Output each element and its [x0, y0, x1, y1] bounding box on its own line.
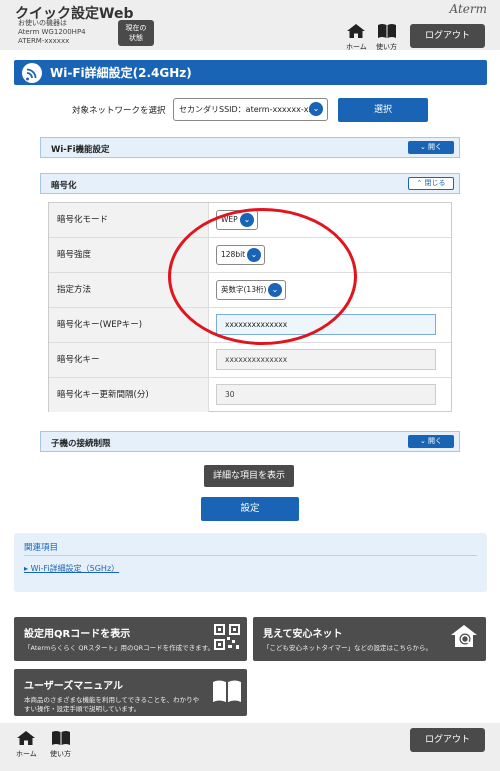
section-child-restriction-title: 子機の接続制限 — [51, 439, 111, 449]
close-label: 閉じる — [424, 179, 446, 187]
home-label: ホーム — [346, 43, 367, 51]
book-icon — [377, 24, 396, 38]
current-status-button[interactable]: 現在の 状態 — [118, 20, 154, 46]
page-title-banner: Wi-Fi詳細設定(2.4GHz) — [14, 60, 487, 85]
page-title: Wi-Fi詳細設定(2.4GHz) — [50, 66, 192, 80]
home-icon — [347, 24, 366, 38]
related-items-panel: 関連項目 ▸ Wi-Fi詳細設定（5GHz） — [14, 533, 487, 592]
brand-logo: Aterm — [449, 2, 488, 16]
device-info-line: お使いの機器は — [18, 19, 67, 27]
mieru-anshin-net-tile-desc: 「こども安心ネットタイマー」などの設定はこちらから。 — [263, 644, 432, 652]
open-label: 開く — [428, 143, 443, 151]
key-update-interval-field: 30 — [216, 384, 436, 405]
encryption-key-field: xxxxxxxxxxxxxx — [216, 349, 436, 370]
qr-code-icon — [214, 624, 240, 650]
qr-code-tile-title: 設定用QRコードを表示 — [24, 629, 131, 640]
section-encryption-close-button[interactable]: ⌃ 閉じる — [408, 177, 454, 190]
footer-bar: ホーム 使い方 ログアウト — [0, 723, 500, 771]
home-icon — [17, 731, 36, 745]
footer-help-nav[interactable]: 使い方 — [50, 730, 71, 759]
encryption-mode-label: 暗号化モード — [49, 203, 209, 237]
help-nav[interactable]: 使い方 — [376, 23, 397, 52]
chevron-down-icon: ⌄ — [309, 102, 323, 116]
qr-code-tile-desc: 「Atermらくらく QRスタート」用のQRコードを作成できます。 — [24, 644, 214, 652]
footer-home-nav[interactable]: ホーム — [16, 730, 37, 759]
network-select-label: 対象ネットワークを選択 — [72, 106, 166, 116]
footer-logout-button[interactable]: ログアウト — [410, 728, 485, 752]
status-button-line1: 現在の — [125, 24, 147, 32]
chevron-down-icon: ⌄ — [419, 143, 426, 151]
section-encryption: 暗号化 ⌃ 閉じる — [40, 173, 460, 194]
network-select-value: セカンダリSSID：aterm-xxxxxx-xx — [179, 105, 314, 114]
qr-code-tile[interactable]: 設定用QRコードを表示 「Atermらくらく QRスタート」用のQRコードを作成… — [14, 617, 247, 661]
footer-home-label: ホーム — [16, 750, 37, 758]
wifi-icon — [22, 63, 42, 83]
home-nav[interactable]: ホーム — [346, 23, 367, 52]
related-items-title: 関連項目 — [24, 543, 59, 553]
apply-button[interactable]: 設定 — [201, 497, 299, 521]
section-child-restriction-open-button[interactable]: ⌄ 開く — [408, 435, 454, 448]
open-label: 開く — [428, 437, 443, 445]
table-row: 暗号化キー xxxxxxxxxxxxxx — [49, 343, 451, 378]
encryption-key-label: 暗号化キー — [49, 343, 209, 377]
logout-button[interactable]: ログアウト — [410, 24, 485, 48]
related-divider — [24, 555, 477, 556]
book-icon — [51, 731, 70, 745]
network-select-button[interactable]: 選択 — [338, 98, 428, 122]
chevron-down-icon: ⌄ — [419, 437, 426, 445]
users-manual-tile-title: ユーザーズマニュアル — [24, 681, 123, 692]
status-button-line2: 状態 — [129, 34, 143, 42]
show-details-button[interactable]: 詳細な項目を表示 — [204, 465, 294, 487]
table-row: 暗号化キー更新間隔(分) 30 — [49, 378, 451, 413]
users-manual-tile-desc: 本商品のさまざまな機能を利用してできることを、わかりやすい操作・設定手順で説明し… — [24, 696, 200, 713]
related-link-5ghz[interactable]: ▸ Wi-Fi詳細設定（5GHz） — [24, 563, 119, 574]
key-update-interval-label: 暗号化キー更新間隔(分) — [49, 378, 209, 412]
section-child-restriction: 子機の接続制限 ⌄ 開く — [40, 431, 460, 452]
device-name: ATERM-xxxxxx — [18, 37, 70, 45]
mieru-anshin-net-tile-title: 見えて安心ネット — [263, 629, 343, 640]
mieru-anshin-net-tile[interactable]: 見えて安心ネット 「こども安心ネットタイマー」などの設定はこちらから。 — [253, 617, 486, 661]
network-select[interactable]: セカンダリSSID：aterm-xxxxxx-xx ⌄ — [173, 98, 328, 121]
device-model: Aterm WG1200HP4 — [18, 28, 86, 36]
footer-help-label: 使い方 — [50, 750, 71, 758]
related-link-label: Wi-Fi詳細設定（5GHz） — [30, 564, 120, 573]
highlight-circle — [168, 208, 357, 345]
section-wifi-function-title: Wi-Fi機能設定 — [51, 145, 110, 155]
section-wifi-function: Wi-Fi機能設定 ⌄ 開く — [40, 137, 460, 158]
header-bar: クイック設定Web お使いの機器は Aterm WG1200HP4 ATERM-… — [0, 0, 500, 52]
home-search-icon — [451, 625, 477, 647]
device-info: お使いの機器は Aterm WG1200HP4 ATERM-xxxxxx — [18, 19, 86, 46]
help-label: 使い方 — [376, 43, 397, 51]
chevron-up-icon: ⌃ — [416, 179, 423, 187]
section-encryption-title: 暗号化 — [51, 181, 77, 191]
users-manual-tile[interactable]: ユーザーズマニュアル 本商品のさまざまな機能を利用してできることを、わかりやすい… — [14, 669, 247, 716]
book-icon — [213, 680, 241, 702]
section-wifi-function-open-button[interactable]: ⌄ 開く — [408, 141, 454, 154]
